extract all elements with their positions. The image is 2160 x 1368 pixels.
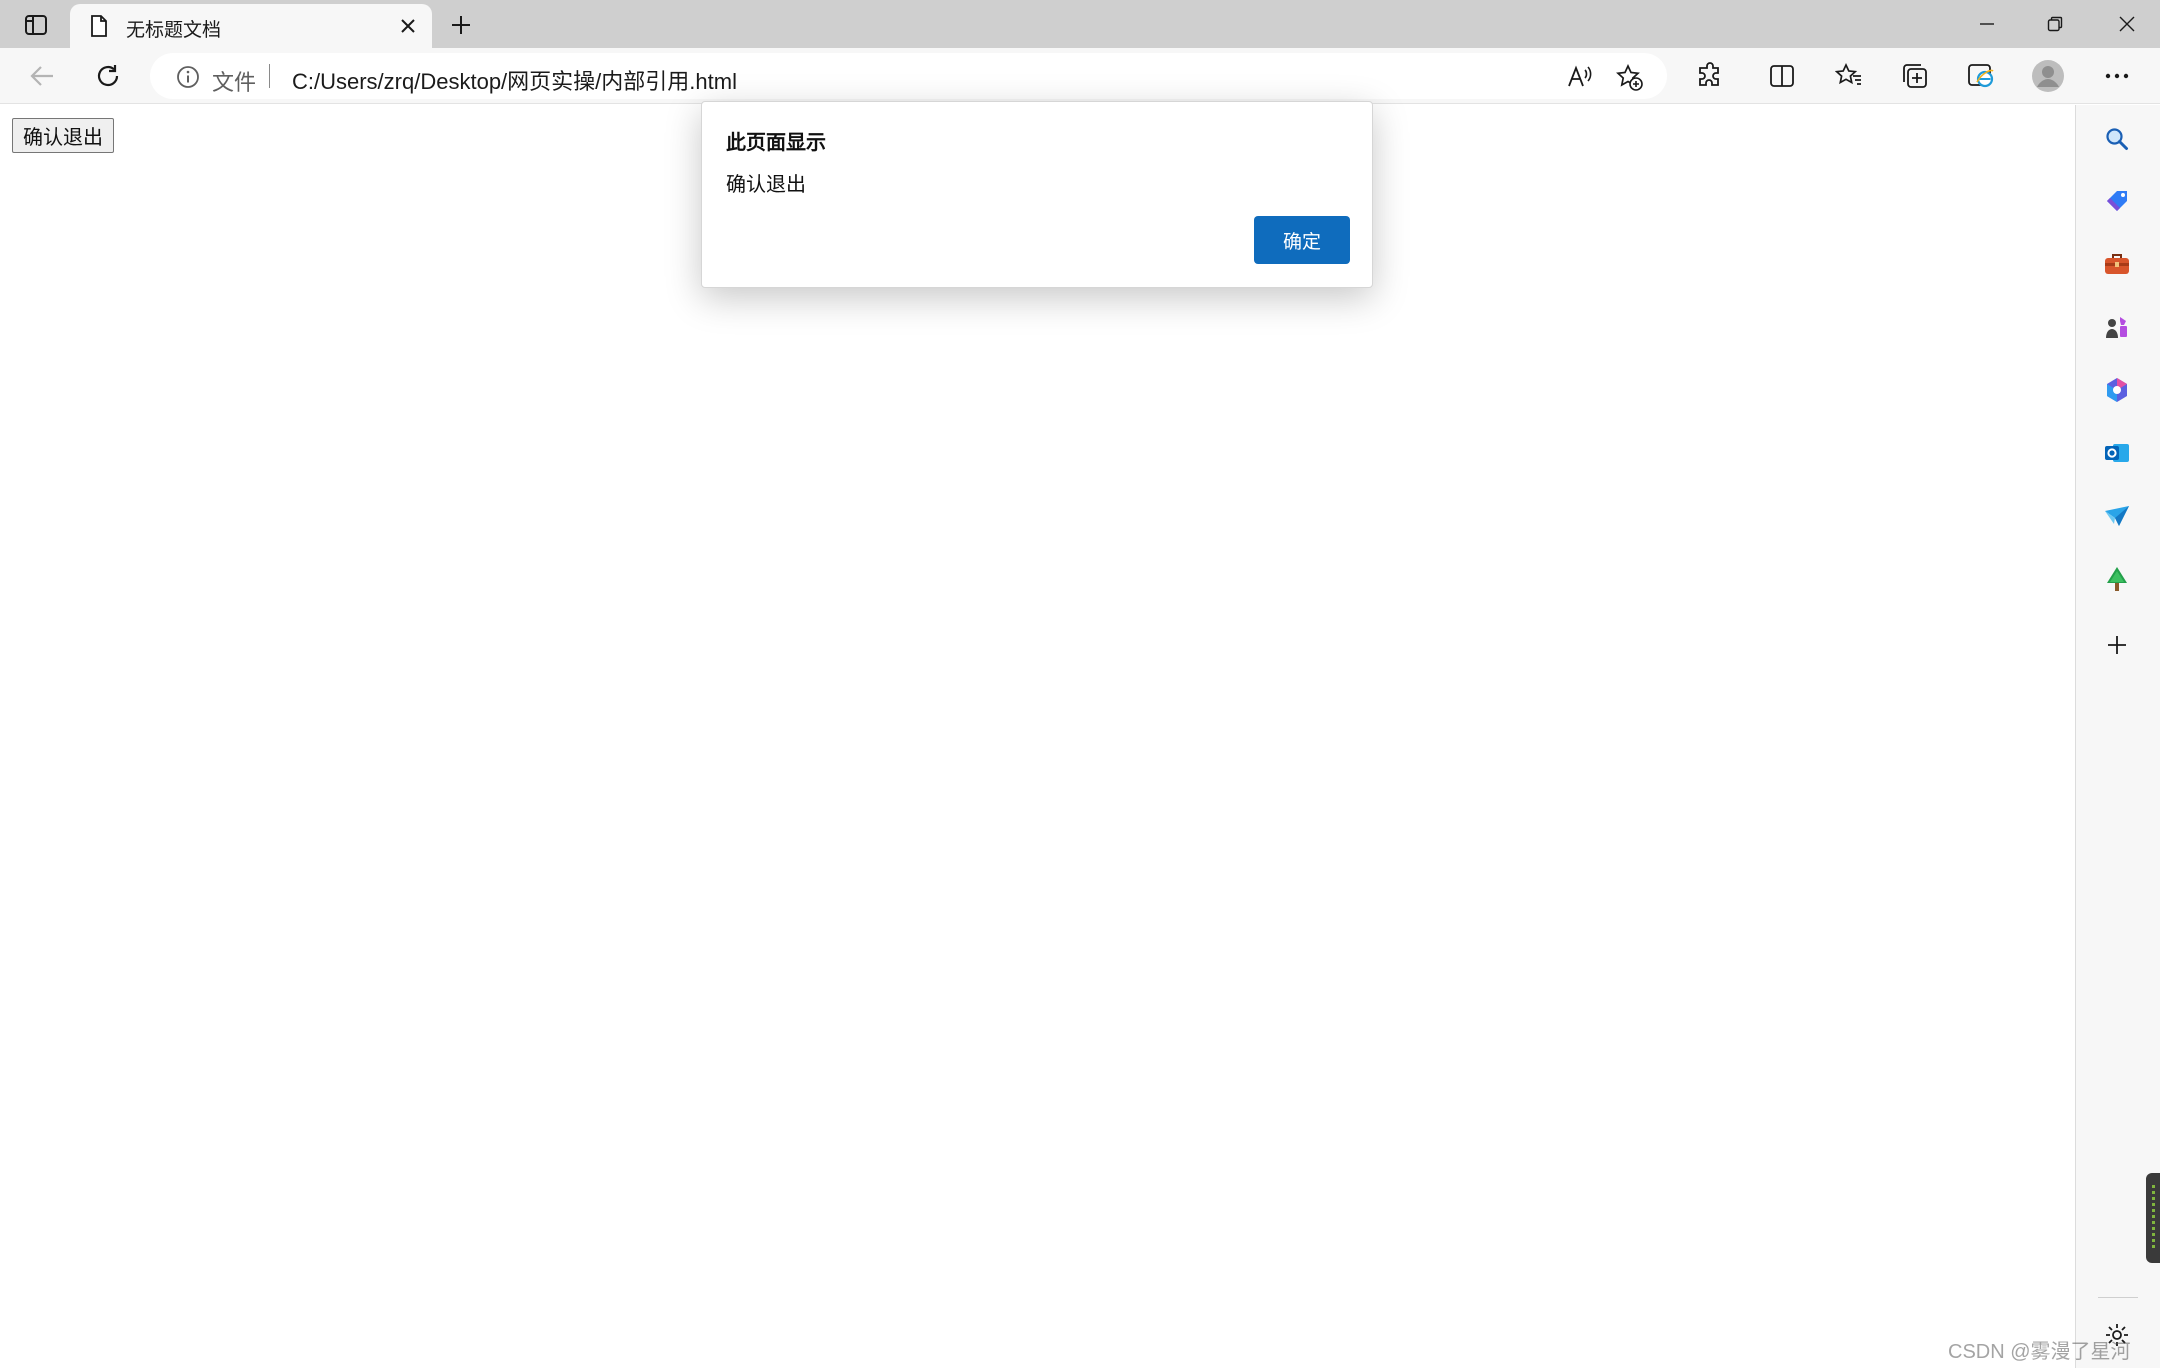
info-icon[interactable] [176,65,200,89]
address-url[interactable]: C:/Users/zrq/Desktop/网页实操/内部引用.html [292,64,737,96]
edge-sidebar [2075,105,2160,1368]
dialog-message: 确认退出 [726,174,806,196]
sidebar-divider [2098,1297,2138,1298]
read-aloud-icon[interactable] [1566,64,1592,90]
sidebar-games-button[interactable] [2097,307,2137,347]
ie-mode-button[interactable] [1961,56,2001,96]
microsoft-365-icon [2107,378,2127,402]
sidebar-shopping-button[interactable] [2097,181,2137,221]
sidebar-tools-button[interactable] [2097,244,2137,284]
sidebar-send-button[interactable] [2097,496,2137,536]
restore-button[interactable] [2022,0,2088,48]
confirm-exit-button[interactable]: 确认退出 [12,118,114,153]
sidebar-m365-button[interactable] [2097,370,2137,410]
ie-mode-icon [1968,64,1994,88]
add-favorite-icon[interactable] [1616,64,1643,91]
back-arrow-icon [30,66,53,86]
back-button[interactable] [22,56,62,96]
profile-button[interactable] [2028,56,2068,96]
browser-toolbar: 文件 C:/Users/zrq/Desktop/网页实操/内部引用.html [0,48,2160,104]
sidebar-add-button[interactable] [2097,625,2137,665]
more-menu-button[interactable] [2097,56,2137,96]
title-bar: 无标题文档 [0,0,2160,48]
sidebar-tree-button[interactable] [2097,559,2137,599]
tools-briefcase-icon [2105,254,2129,274]
send-icon [2105,506,2129,526]
extensions-button[interactable] [1690,56,1730,96]
tab-title: 无标题文档 [126,20,222,41]
split-screen-button[interactable] [1762,56,1802,96]
refresh-icon [97,65,119,87]
collections-icon [1903,64,1927,88]
sidebar-outlook-button[interactable] [2097,433,2137,473]
close-icon [2119,16,2135,32]
more-menu-icon [2105,73,2129,79]
new-tab-button[interactable] [443,8,479,42]
plus-icon [452,16,470,34]
ok-button[interactable]: 确定 [1254,216,1350,264]
close-tab-icon[interactable] [398,16,418,36]
favorites-button[interactable] [1829,56,1869,96]
refresh-button[interactable] [88,56,128,96]
close-window-button[interactable] [2094,0,2160,48]
tab-active[interactable]: 无标题文档 [70,4,432,48]
favorites-icon [1835,62,1861,85]
collections-button[interactable] [1895,56,1935,96]
tab-actions-button[interactable] [14,8,58,42]
split-screen-icon [1770,65,1794,87]
extensions-icon [1699,62,1719,86]
profile-avatar-icon [2032,60,2064,92]
tree-icon [2107,567,2127,591]
sidebar-drag-handle[interactable] [2146,1173,2160,1263]
minimize-button[interactable] [1954,0,2020,48]
tab-actions-icon [25,15,47,35]
page-content: 确认退出 [0,105,2075,1368]
outlook-icon [2105,444,2129,462]
search-icon [2106,128,2128,150]
alert-dialog: 此页面显示 确认退出 确定 [701,101,1373,288]
address-separator [269,64,270,88]
sidebar-search-button[interactable] [2097,119,2137,159]
games-icon [2106,317,2127,338]
document-icon [88,14,110,38]
dialog-title: 此页面显示 [726,132,826,154]
shopping-tag-icon [2107,191,2127,211]
add-icon [2108,636,2126,654]
restore-icon [2047,16,2063,32]
address-scheme-label: 文件 [212,70,257,95]
address-bar[interactable]: 文件 C:/Users/zrq/Desktop/网页实操/内部引用.html [150,53,1667,99]
minimize-icon [1980,23,1994,25]
watermark: CSDN @雾漫了星河 [1948,1341,2131,1363]
